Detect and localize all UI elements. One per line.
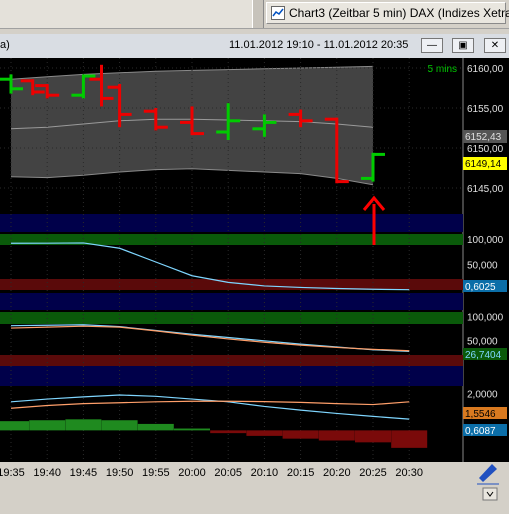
axis-corner — [463, 462, 509, 509]
panel-separator-2 — [0, 293, 463, 310]
window-titlebar: a) 11.01.2012 19:10 - 11.01.2012 20:35 —… — [0, 34, 509, 58]
histogram-bar — [210, 430, 247, 434]
histogram-bar — [29, 420, 66, 431]
time-tick-label: 19:55 — [142, 467, 170, 479]
panel4-value-b-label: 0,6087 — [465, 426, 496, 437]
price-tick-label: 6160,00 — [467, 64, 504, 75]
chart-app-icon — [271, 6, 285, 20]
histogram-bar — [282, 430, 319, 439]
time-tick-label: 19:35 — [0, 467, 25, 479]
histogram-bar — [65, 419, 102, 431]
indicator-line — [10, 324, 410, 352]
panel-separator-1 — [0, 214, 463, 232]
time-tick-label: 19:45 — [70, 467, 98, 479]
indicator-tick-label: 100,000 — [467, 313, 504, 324]
indicator-line — [10, 400, 410, 409]
chart-area[interactable]: 5 mins 6160,00 6155,00 6150,00 6145,00 100,0… — [0, 58, 509, 509]
panel3-red-zone — [0, 355, 463, 366]
panel4-value-a-label: 1,5546 — [465, 409, 496, 420]
taskbar-button-label: Chart3 (Zeitbar 5 min) DAX (Indizes Xetr… — [289, 6, 509, 20]
scroll-right-button[interactable] — [482, 487, 498, 501]
price-tick-label: 6155,00 — [467, 104, 504, 115]
panel3-value-label: 26,7404 — [465, 350, 502, 361]
taskbar-button-chart3[interactable]: Chart3 (Zeitbar 5 min) DAX (Indizes Xetr… — [266, 2, 509, 24]
minimize-button[interactable]: — — [421, 38, 443, 53]
interval-label: 5 mins — [428, 64, 457, 75]
time-tick-label: 20:15 — [287, 467, 315, 479]
window-date-range: 11.01.2012 19:10 - 11.01.2012 20:35 — [229, 39, 409, 51]
time-tick-label: 19:50 — [106, 467, 134, 479]
time-tick-label: 20:25 — [359, 467, 387, 479]
restore-button[interactable]: ▣ — [452, 38, 474, 53]
current-price-label: 6149,14 — [465, 159, 502, 170]
restore-icon: ▣ — [458, 40, 468, 51]
close-icon: ✕ — [490, 40, 500, 51]
indicator-line — [10, 394, 410, 420]
window-title-fragment: a) — [0, 39, 10, 51]
reference-price-label: 6152,43 — [465, 132, 502, 143]
panel2-red-zone — [0, 279, 463, 290]
close-button[interactable]: ✕ — [484, 38, 506, 53]
histogram-bar — [391, 430, 428, 448]
time-tick-label: 20:05 — [214, 467, 242, 479]
taskbar-separator — [252, 0, 264, 28]
minimize-icon: — — [427, 40, 437, 51]
panel-separator-3 — [0, 364, 463, 386]
time-tick-label: 20:30 — [395, 467, 423, 479]
taskbar: Chart3 (Zeitbar 5 min) DAX (Indizes Xetr… — [0, 0, 509, 29]
indicator-tick-label: 50,000 — [467, 336, 498, 347]
time-tick-label: 20:10 — [251, 467, 279, 479]
histogram-bar — [355, 430, 391, 443]
histogram-bar — [101, 420, 138, 431]
histogram-bar — [174, 428, 210, 431]
panel3-green-zone — [0, 312, 463, 324]
time-tick-label: 20:00 — [178, 467, 206, 479]
chart-canvas[interactable]: 5 mins 6160,00 6155,00 6150,00 6145,00 100,0… — [0, 58, 509, 509]
price-tick-label: 6145,00 — [467, 184, 504, 195]
histogram-bar — [318, 430, 355, 441]
time-tick-label: 19:40 — [33, 467, 61, 479]
indicator-tick-label: 2,0000 — [467, 390, 498, 401]
time-tick-label: 20:20 — [323, 467, 351, 479]
indicator-tick-label: 50,000 — [467, 261, 498, 272]
indicator-line — [10, 325, 410, 352]
histogram-bar — [137, 423, 174, 431]
scroll-area[interactable] — [0, 482, 509, 509]
indicator-tick-label: 100,000 — [467, 235, 504, 246]
histogram-bar — [246, 430, 283, 436]
histogram-bar — [0, 421, 29, 431]
taskbar-left-area — [0, 0, 252, 28]
price-tick-label: 6150,00 — [467, 144, 504, 155]
panel2-value-label: 0,6025 — [465, 282, 496, 293]
